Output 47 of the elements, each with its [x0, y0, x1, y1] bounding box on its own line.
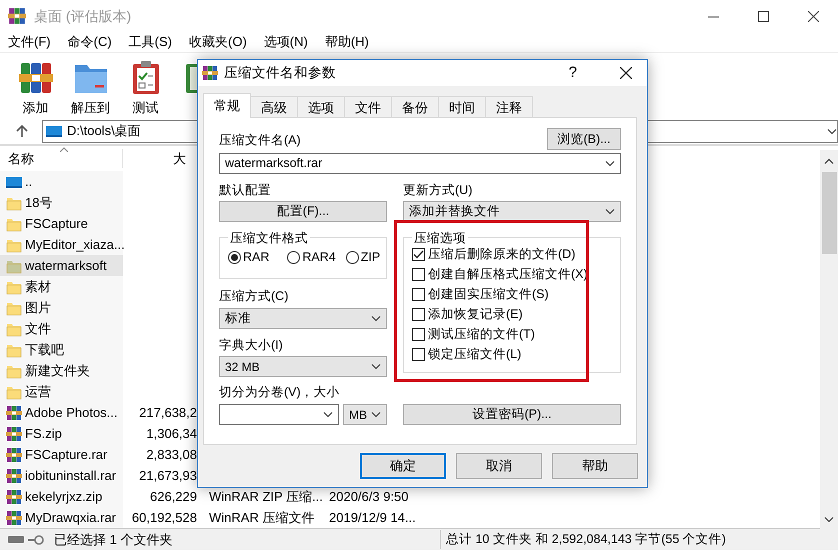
option-label: 锁定压缩文件(L): [428, 346, 522, 364]
file-name: 新建文件夹: [25, 362, 90, 380]
file-size: 60,192,528: [130, 508, 197, 527]
file-name: ..: [25, 172, 32, 191]
option-label: ZIP: [360, 248, 380, 266]
field-label: 更新方式(U): [403, 182, 474, 199]
file-name: Adobe Photos...: [25, 404, 118, 422]
file-name: 下载吧: [25, 340, 64, 359]
option-label: 创建固实压缩文件(S): [428, 286, 549, 304]
file-size: 2,833,08: [145, 446, 197, 464]
field-label: 切分为分卷(V)，大小: [219, 384, 341, 402]
option-label: 添加恢复记录(E): [428, 306, 523, 324]
file-name: 文件: [25, 320, 51, 338]
file-name: MyEditor_xiaza...: [25, 236, 125, 254]
status-text: 已经选择 1 个文件夹: [54, 530, 172, 549]
field-label: 压缩文件名(A): [219, 132, 301, 150]
file-name: FSCapture.rar: [25, 446, 108, 464]
file-type: WinRAR 压缩文件: [209, 508, 316, 527]
field-label: 默认配置: [219, 182, 272, 199]
file-name: iobituninstall.rar: [25, 466, 116, 485]
file-size: 217,638,2: [138, 404, 197, 422]
option-label: RAR4: [302, 248, 336, 266]
file-name: MyDrawqxia.rar: [25, 508, 116, 527]
file-name: 运营: [25, 382, 51, 401]
field-label: 字典大小(I): [219, 336, 284, 354]
status-summary: 总计 10 文件夹 和 2,592,084,143 字节(55 个文件): [440, 530, 726, 549]
file-name: 18号: [25, 194, 52, 212]
file-date: 2020/6/3 9:50: [329, 488, 409, 506]
file-type: WinRAR ZIP 压缩...: [209, 488, 324, 506]
option-label: 压缩后删除原来的文件(D): [428, 246, 576, 264]
file-size: 21,673,93: [138, 466, 197, 485]
dialog-title: 压缩文件名和参数: [224, 64, 337, 82]
file-name: 素材: [25, 278, 51, 296]
option-label: 测试压缩的文件(T): [428, 326, 535, 344]
window-title: 桌面 (评估版本): [34, 6, 132, 26]
file-name: watermarksoft: [25, 256, 107, 275]
file-date: 2019/12/9 14...: [329, 508, 416, 527]
file-name: FSCapture: [25, 214, 88, 233]
group-title: 压缩选项: [413, 230, 467, 245]
file-name: 图片: [25, 298, 51, 317]
file-size: 626,229: [149, 488, 197, 506]
file-name: FS.zip: [25, 424, 62, 443]
option-label: RAR: [243, 248, 270, 266]
file-size: 1,306,34: [145, 424, 197, 443]
group-title: 压缩文件格式: [229, 230, 309, 245]
field-label: 压缩方式(C): [219, 288, 290, 305]
file-name: kekelyrjxz.zip: [25, 488, 102, 506]
